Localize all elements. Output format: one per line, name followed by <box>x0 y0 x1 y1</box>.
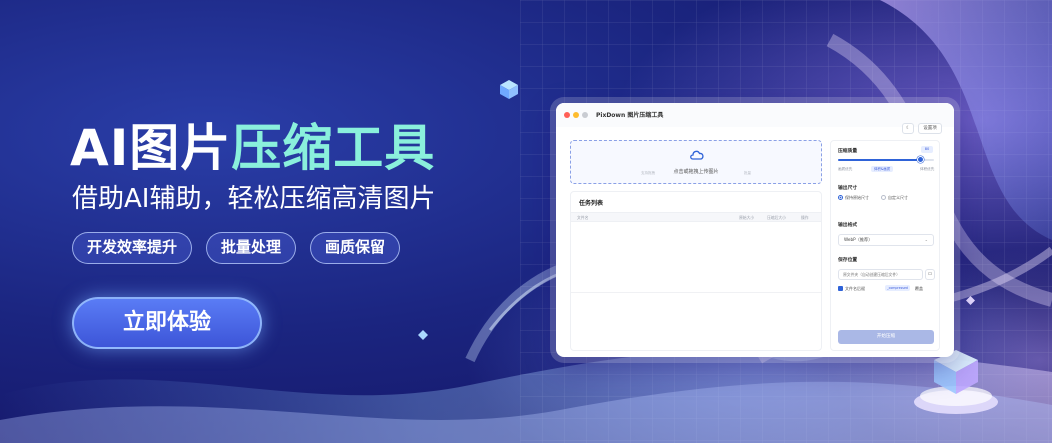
quality-value-badge: 80 <box>921 146 933 153</box>
minimize-dot-icon[interactable] <box>573 112 579 118</box>
hero-title: AI图片压缩工具 <box>70 108 435 180</box>
task-table-header: 文件名 原始大小 压缩后大小 操作 <box>571 212 821 222</box>
suffix-value[interactable]: _compressed <box>885 285 910 291</box>
format-select[interactable]: WebP（推荐） ⌄ <box>838 234 934 246</box>
chevron-down-icon: ⌄ <box>924 237 928 242</box>
size-original-radio[interactable] <box>838 195 843 200</box>
sparkle-gem-icon <box>418 330 428 340</box>
quality-slider-fill <box>838 159 921 161</box>
close-dot-icon[interactable] <box>564 112 570 118</box>
quality-slider-knob[interactable] <box>917 156 925 163</box>
settings-button[interactable]: 设置项 <box>918 123 942 134</box>
task-list-title: 任务列表 <box>579 200 604 207</box>
size-label: 输出尺寸 <box>838 186 858 191</box>
row-divider <box>571 292 821 293</box>
window-title: PixDown 图片压缩工具 <box>596 112 664 119</box>
size-option-label: 保持原始尺寸 <box>845 195 869 200</box>
quality-min-label: 画质优先 <box>838 167 853 171</box>
dropzone-text: 点击或拖拽上传图片 <box>673 169 719 175</box>
format-label: 输出格式 <box>838 223 858 228</box>
hero-subtitle: 借助AI辅助，轻松压缩高清图片 <box>72 184 436 214</box>
dropzone-hint-right: 批量 <box>744 171 751 175</box>
suffix-label: 文件名后缀 <box>845 286 865 291</box>
feature-tag: 批量处理 <box>206 232 297 264</box>
feature-tag: 画质保留 <box>310 232 401 264</box>
folder-icon[interactable]: ▭ <box>925 269 935 280</box>
upload-dropzone[interactable]: 支持拖拽 点击或拖拽上传图片 批量 <box>570 140 822 184</box>
try-now-button[interactable]: 立即体验 <box>72 297 262 349</box>
column-header: 操作 <box>801 215 809 220</box>
sparkle-gem-icon <box>966 296 975 305</box>
feature-tag: 开发效率提升 <box>72 232 193 264</box>
cloud-upload-icon <box>690 150 704 160</box>
hero-title-main: AI图片 <box>70 119 232 177</box>
column-header: 文件名 <box>577 215 589 220</box>
save-location-label: 保存位置 <box>838 258 858 263</box>
suffix-checkbox[interactable] <box>838 286 843 291</box>
settings-panel: 压缩质量 80 画质优先 体积&画质 体积优先 输出尺寸 保持原始尺寸 自定义尺… <box>830 140 940 351</box>
quality-label: 压缩质量 <box>838 149 858 154</box>
column-header: 原始大小 <box>739 215 755 220</box>
hero-title-accent: 压缩工具 <box>231 119 436 177</box>
format-select-value: WebP（推荐） <box>844 237 873 242</box>
quality-max-label: 体积优先 <box>920 167 935 171</box>
quality-mid-label: 体积&画质 <box>871 166 894 172</box>
size-custom-radio[interactable] <box>881 195 886 200</box>
app-window: PixDown 图片压缩工具 ☾ 设置项 支持拖拽 点击或拖拽上传图片 批量 任… <box>556 103 954 357</box>
maximize-dot-icon[interactable] <box>582 112 588 118</box>
floating-cube-icon <box>500 80 518 99</box>
task-list: 任务列表 文件名 原始大小 压缩后大小 操作 <box>570 191 822 351</box>
feature-tags: 开发效率提升 批量处理 画质保留 <box>72 232 401 264</box>
size-option-label: 自定义尺寸 <box>888 195 908 200</box>
theme-toggle-button[interactable]: ☾ <box>902 123 914 134</box>
save-path-input[interactable]: 原文件夹（自动创建压缩后文件） <box>838 269 923 280</box>
overwrite-label: 覆盖 <box>915 286 923 291</box>
start-compress-button[interactable]: 开始压缩 <box>838 330 934 344</box>
moon-icon: ☾ <box>905 126 911 131</box>
title-bar: PixDown 图片压缩工具 <box>556 103 954 127</box>
column-header: 压缩后大小 <box>767 215 786 220</box>
